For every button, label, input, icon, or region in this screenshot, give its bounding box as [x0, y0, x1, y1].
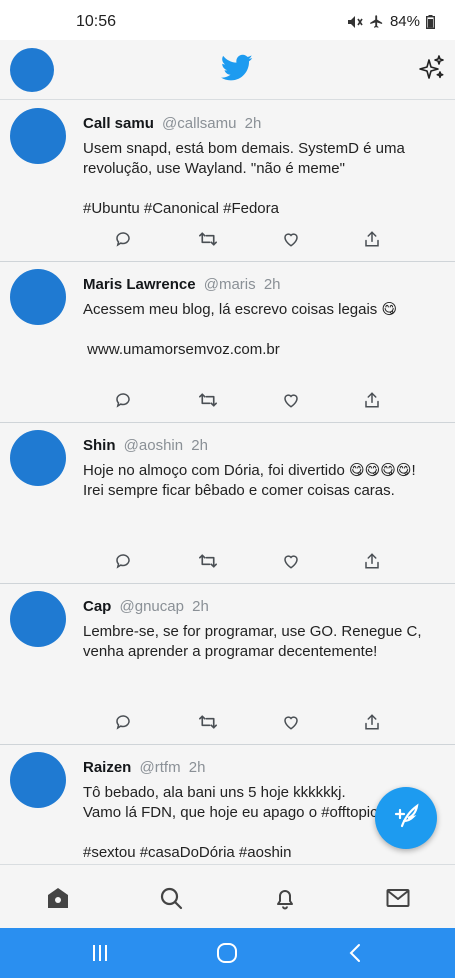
tweet-text: Lembre-se, se for programar, use GO. Ren…: [83, 623, 422, 660]
tweet-actions: [112, 228, 392, 250]
tweet-text: Acessem meu blog, lá escrevo coisas lega…: [83, 301, 398, 358]
tweet-header: Raizen @rtfm 2h: [83, 759, 205, 776]
status-time: 10:56: [76, 13, 117, 30]
share-icon[interactable]: [361, 389, 383, 411]
bottom-nav: [0, 864, 455, 928]
system-nav-bar: [0, 928, 455, 978]
avatar[interactable]: [10, 752, 66, 808]
reply-icon[interactable]: [112, 389, 134, 411]
avatar[interactable]: [10, 269, 66, 325]
like-icon[interactable]: [280, 228, 302, 250]
retweet-icon[interactable]: [197, 550, 219, 572]
battery-percent: 84%: [389, 13, 420, 30]
search-icon[interactable]: [158, 885, 184, 911]
avatar[interactable]: [10, 591, 66, 647]
compose-tweet-button[interactable]: [375, 787, 437, 849]
back-icon[interactable]: [343, 942, 367, 964]
tweet-item[interactable]: Cap @gnucap 2h Lembre-se, se for program…: [0, 584, 455, 745]
profile-avatar[interactable]: [10, 48, 54, 92]
share-icon[interactable]: [361, 550, 383, 572]
like-icon[interactable]: [280, 550, 302, 572]
tweet-feed[interactable]: Call samu @callsamu 2h Usem snapd, está …: [0, 101, 455, 864]
reply-icon[interactable]: [112, 550, 134, 572]
retweet-icon[interactable]: [197, 711, 219, 733]
airplane-mode-icon: [369, 14, 384, 29]
recent-apps-icon[interactable]: [88, 942, 112, 964]
home-circle-icon[interactable]: [215, 942, 239, 964]
tweet-author-name[interactable]: Cap: [83, 598, 111, 615]
notifications-icon[interactable]: [272, 885, 298, 911]
tweet-author-handle[interactable]: @gnucap: [120, 598, 184, 615]
sparkle-icon[interactable]: [419, 54, 445, 87]
compose-tweet-icon: [391, 801, 421, 836]
tweet-header: Maris Lawrence @maris 2h: [83, 276, 281, 293]
tweet-actions: [112, 550, 392, 572]
tweet-author-handle[interactable]: @maris: [204, 276, 256, 293]
status-bar: 10:56 84%: [0, 0, 455, 40]
tweet-timestamp: 2h: [244, 115, 262, 132]
tweet-author-name[interactable]: Shin: [83, 437, 116, 454]
tweet-author-handle[interactable]: @aoshin: [124, 437, 183, 454]
tweet-timestamp: 2h: [192, 598, 209, 615]
mute-icon: [347, 15, 363, 29]
like-icon[interactable]: [280, 711, 302, 733]
reply-icon[interactable]: [112, 711, 134, 733]
tweet-item[interactable]: Shin @aoshin 2h Hoje no almoço com Dória…: [0, 423, 455, 584]
tweet-actions: [112, 389, 392, 411]
tweet-timestamp: 2h: [191, 437, 208, 454]
tweet-header: Call samu @callsamu 2h: [83, 115, 261, 132]
retweet-icon[interactable]: [197, 228, 219, 250]
tweet-timestamp: 2h: [263, 276, 281, 293]
avatar[interactable]: [10, 430, 66, 486]
status-icons: 84%: [347, 13, 435, 30]
tweet-timestamp: 2h: [188, 759, 206, 776]
twitter-bird-icon[interactable]: [220, 54, 253, 87]
app-header: [0, 40, 455, 100]
tweet-actions: [112, 711, 392, 733]
tweet-text: Hoje no almoço com Dória, foi divertido …: [83, 462, 416, 499]
share-icon[interactable]: [361, 711, 383, 733]
home-icon[interactable]: [45, 885, 71, 911]
retweet-icon[interactable]: [197, 389, 219, 411]
share-icon[interactable]: [361, 228, 383, 250]
tweet-author-name[interactable]: Raizen: [83, 759, 131, 776]
tweet-author-handle[interactable]: @callsamu: [162, 115, 236, 132]
tweet-header: Shin @aoshin 2h: [83, 437, 208, 454]
battery-icon: [426, 14, 435, 29]
tweet-header: Cap @gnucap 2h: [83, 598, 209, 615]
tweet-item[interactable]: Call samu @callsamu 2h Usem snapd, está …: [0, 101, 455, 262]
tweet-author-name[interactable]: Call samu: [83, 115, 154, 132]
avatar[interactable]: [10, 108, 66, 164]
tweet-item[interactable]: Maris Lawrence @maris 2h Acessem meu blo…: [0, 262, 455, 423]
tweet-author-name[interactable]: Maris Lawrence: [83, 276, 196, 293]
reply-icon[interactable]: [112, 228, 134, 250]
tweet-author-handle[interactable]: @rtfm: [140, 759, 181, 776]
messages-icon[interactable]: [385, 885, 411, 911]
tweet-text: Usem snapd, está bom demais. SystemD é u…: [83, 140, 405, 217]
like-icon[interactable]: [280, 389, 302, 411]
